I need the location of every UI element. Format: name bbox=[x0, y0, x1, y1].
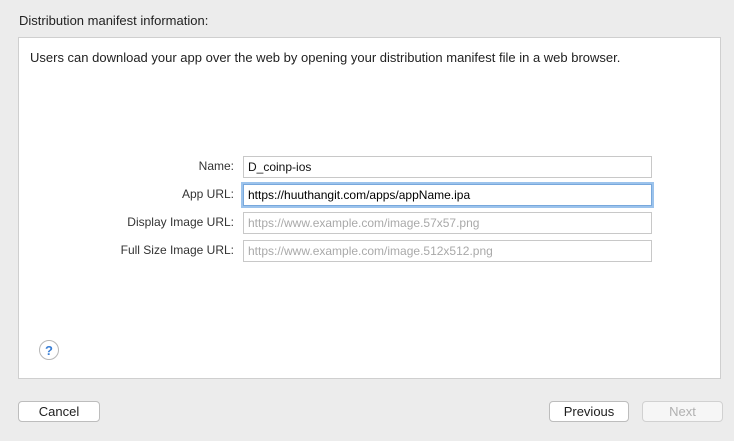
full-size-image-url-label: Full Size Image URL: bbox=[120, 243, 234, 257]
panel-description: Users can download your app over the web… bbox=[30, 50, 621, 65]
name-row: Name: bbox=[19, 156, 720, 178]
app-url-row: App URL: bbox=[19, 184, 720, 206]
name-field[interactable] bbox=[243, 156, 652, 178]
display-image-url-row: Display Image URL: bbox=[19, 212, 720, 234]
section-title: Distribution manifest information: bbox=[19, 13, 209, 28]
display-image-url-label: Display Image URL: bbox=[127, 215, 234, 229]
help-button[interactable]: ? bbox=[39, 340, 59, 360]
full-size-image-url-field[interactable] bbox=[243, 240, 652, 262]
question-mark-icon: ? bbox=[45, 342, 53, 358]
next-button[interactable]: Next bbox=[642, 401, 723, 422]
app-url-field[interactable] bbox=[243, 184, 652, 206]
previous-button[interactable]: Previous bbox=[549, 401, 629, 422]
cancel-button[interactable]: Cancel bbox=[18, 401, 100, 422]
name-label: Name: bbox=[198, 159, 234, 173]
manifest-panel: Users can download your app over the web… bbox=[18, 37, 721, 379]
display-image-url-field[interactable] bbox=[243, 212, 652, 234]
full-size-image-url-row: Full Size Image URL: bbox=[19, 240, 720, 262]
app-url-label: App URL: bbox=[181, 187, 234, 201]
